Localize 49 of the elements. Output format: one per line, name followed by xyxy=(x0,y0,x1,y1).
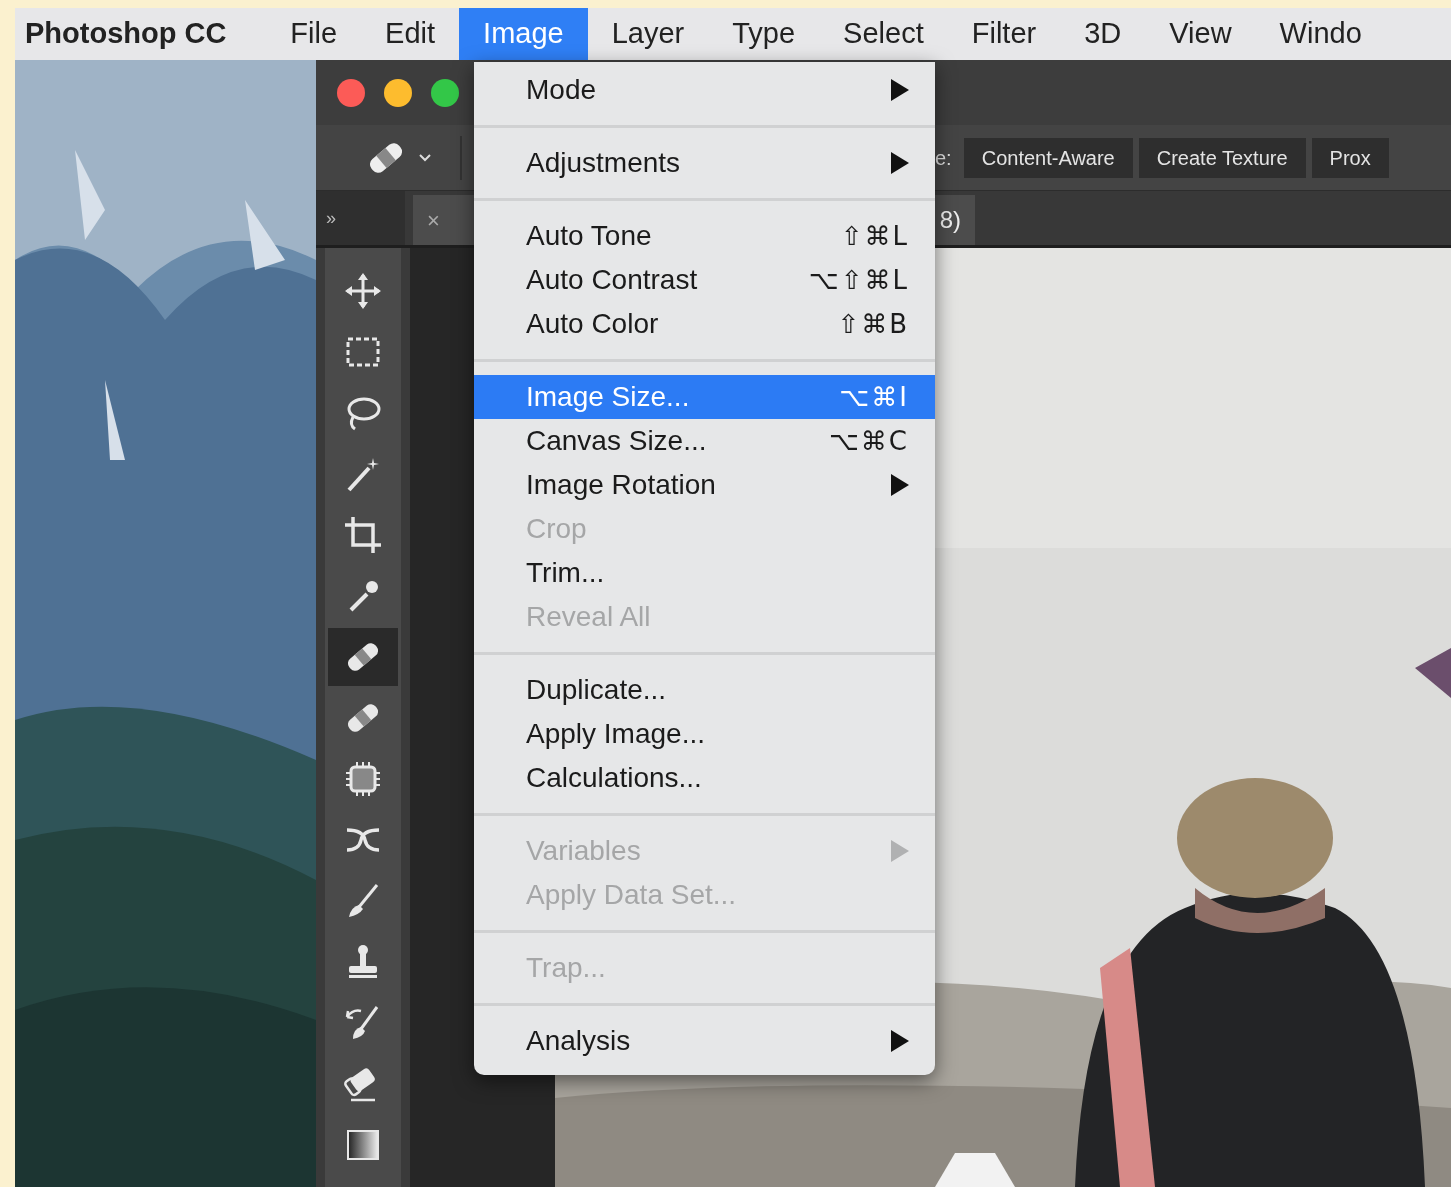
app-menu[interactable]: Photoshop CC xyxy=(15,8,267,60)
expand-panels-button[interactable]: » xyxy=(326,204,336,232)
option-label: e: xyxy=(935,145,952,171)
menu-item[interactable]: Auto Contrast ⌥⇧⌘L xyxy=(474,258,935,302)
submenu-arrow-icon xyxy=(891,840,909,862)
shortcut-label: ⌥⌘C xyxy=(828,424,909,458)
menu-item[interactable]: Calculations... xyxy=(474,756,935,800)
menu-item[interactable]: Duplicate... xyxy=(474,668,935,712)
option-button[interactable]: Create Texture xyxy=(1138,137,1306,178)
menu-bar-item[interactable]: Image xyxy=(459,8,588,60)
menu-item[interactable]: Image Rotation xyxy=(474,463,935,507)
menu-bar-item[interactable]: Filter xyxy=(947,8,1061,60)
submenu-arrow-icon xyxy=(891,1030,909,1052)
option-button[interactable]: Prox xyxy=(1311,137,1389,178)
menu-item[interactable]: Auto Color ⇧⌘B xyxy=(474,302,935,346)
tool-button[interactable] xyxy=(328,628,398,686)
menu-bar-item[interactable]: Type xyxy=(708,8,820,60)
option-button[interactable]: Content-Aware xyxy=(963,137,1133,178)
move-icon xyxy=(343,271,383,311)
shortcut-label: ⌥⇧⌘L xyxy=(808,263,909,297)
chevron-down-icon[interactable] xyxy=(418,152,432,163)
menu-bar-item[interactable]: Edit xyxy=(361,8,460,60)
menu-item[interactable]: Canvas Size... ⌥⌘C xyxy=(474,419,935,463)
shortcut-label: ⇧⌘B xyxy=(837,307,909,341)
menu-bar-item[interactable]: Select xyxy=(819,8,948,60)
menu-item[interactable]: Apply Image... xyxy=(474,712,935,756)
menu-bar-item[interactable]: File xyxy=(266,8,362,60)
menu-bar-item[interactable]: Windo xyxy=(1255,8,1386,60)
tab-title: 8) xyxy=(939,205,961,235)
submenu-arrow-icon xyxy=(891,152,909,174)
menu-bar-item[interactable]: View xyxy=(1145,8,1256,60)
menu-item[interactable]: Image Size... ⌥⌘I xyxy=(474,375,935,419)
patch-icon xyxy=(343,759,383,799)
menu-bar-item[interactable]: 3D xyxy=(1060,8,1146,60)
menu-bar-item[interactable]: Layer xyxy=(587,8,709,60)
menu-item[interactable]: Trim... xyxy=(474,551,935,595)
menu-item[interactable]: Auto Tone ⇧⌘L xyxy=(474,214,935,258)
zoom-window-button[interactable] xyxy=(431,78,459,107)
submenu-arrow-icon xyxy=(891,474,909,496)
close-window-button[interactable] xyxy=(337,78,365,107)
crop-icon xyxy=(343,515,383,555)
menu-item[interactable]: Analysis xyxy=(474,1019,935,1063)
minimize-window-button[interactable] xyxy=(384,78,412,107)
menu-item[interactable]: Adjustments xyxy=(474,141,935,185)
menu-item[interactable]: Mode xyxy=(474,68,935,112)
shortcut-label: ⇧⌘L xyxy=(840,219,909,253)
shortcut-label: ⌥⌘I xyxy=(839,380,909,414)
submenu-arrow-icon xyxy=(891,79,909,101)
close-tab-button[interactable]: × xyxy=(427,203,440,237)
